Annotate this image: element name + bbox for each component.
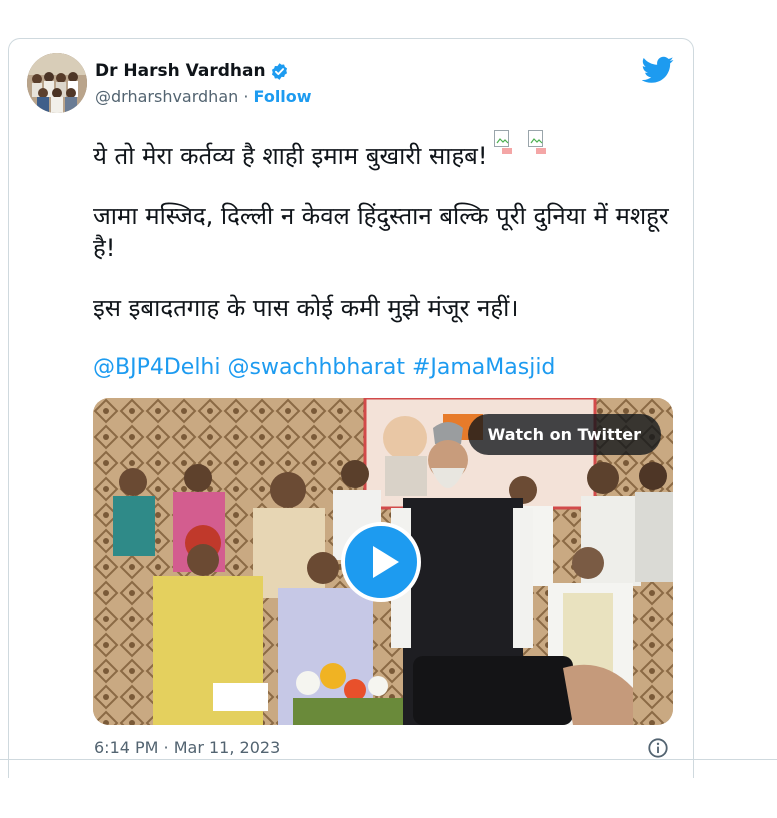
tweet-line-1: ये तो मेरा कर्तव्य है शाही इमाम बुखारी स… bbox=[93, 142, 488, 170]
follow-button[interactable]: Follow bbox=[254, 87, 312, 106]
author-handle-row: @drharshvardhan · Follow bbox=[95, 87, 312, 106]
tweet-paragraph-1: ये तो मेरा कर्तव्य है शाही इमाम बुखारी स… bbox=[93, 130, 683, 172]
mention-swachhbharat[interactable]: @swachhbharat bbox=[228, 355, 405, 380]
tweet-text: ये तो मेरा कर्तव्य है शाही इमाम बुखारी स… bbox=[93, 130, 683, 412]
tweet-paragraph-3: इस इबादतगाह के पास कोई कमी मुझे मंजूर नह… bbox=[93, 294, 519, 322]
mention-bjp4delhi[interactable]: @BJP4Delhi bbox=[93, 355, 221, 380]
twitter-bird-icon[interactable] bbox=[642, 56, 674, 84]
video-player[interactable]: Watch on Twitter bbox=[93, 398, 673, 725]
tweet-paragraph-2: जामा मस्जिद, दिल्ली न केवल हिंदुस्तान बल… bbox=[93, 202, 669, 262]
avatar[interactable] bbox=[27, 53, 87, 113]
watch-on-twitter-button[interactable]: Watch on Twitter bbox=[467, 414, 661, 455]
broken-image-icon bbox=[527, 130, 546, 154]
info-icon[interactable] bbox=[647, 737, 669, 759]
bottom-divider bbox=[0, 759, 777, 760]
avatar-image bbox=[27, 53, 87, 113]
play-icon[interactable] bbox=[341, 522, 421, 602]
author-display-name[interactable]: Dr Harsh Vardhan bbox=[95, 61, 266, 81]
hashtag-jamamasjid[interactable]: #JamaMasjid bbox=[412, 355, 555, 380]
tweet-tags: @BJP4Delhi @swachhbharat #JamaMasjid bbox=[93, 352, 683, 384]
separator-dot: · bbox=[243, 87, 249, 106]
tweet-timestamp[interactable]: 6:14 PM · Mar 11, 2023 bbox=[94, 738, 280, 757]
author-name-row[interactable]: Dr Harsh Vardhan bbox=[95, 61, 289, 81]
emoji-images bbox=[493, 130, 548, 156]
broken-image-icon bbox=[493, 130, 512, 154]
verified-badge-icon bbox=[271, 62, 287, 80]
author-handle[interactable]: @drharshvardhan bbox=[95, 87, 238, 106]
